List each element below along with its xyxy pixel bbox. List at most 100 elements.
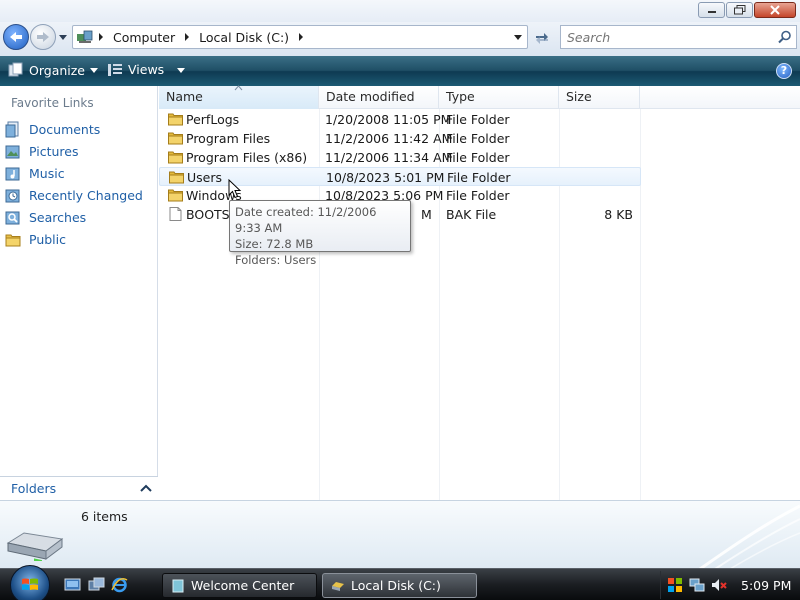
volume-muted-icon[interactable] [711,577,727,593]
explorer-window: Computer Local Disk (C:) Organize Views … [0,0,800,600]
file-list-pane: Name Date modified Type Size PerfLogs 1/… [159,85,800,500]
file-type: File Folder [446,188,510,203]
favorite-link-public[interactable]: Public [5,228,143,250]
minimize-icon [707,11,716,13]
column-header-type[interactable]: Type [439,86,559,109]
column-header-name[interactable]: Name [159,85,319,109]
breadcrumb-local-disk[interactable]: Local Disk (C:) [194,30,294,45]
music-icon [5,167,20,180]
organize-button[interactable]: Organize [8,62,98,78]
navigation-pane: Favorite Links Documents Pictures Music … [0,86,158,500]
show-desktop-icon[interactable] [64,577,81,593]
searches-icon [5,211,20,224]
file-date: 11/2/2006 11:34 AM [325,150,453,165]
file-icon [169,207,182,221]
breadcrumb-separator-icon[interactable] [294,30,308,44]
help-button[interactable]: ? [776,63,792,79]
recently-changed-icon [5,189,20,202]
file-type: File Folder [446,131,510,146]
file-size: 8 KB [604,207,633,222]
taskbar-local-disk[interactable]: Local Disk (C:) [322,573,477,598]
file-row-program-files-x86[interactable]: Program Files (x86) 11/2/2006 11:34 AM F… [159,148,641,167]
welcome-center-icon [172,579,184,592]
taskbar-item-label: Local Disk (C:) [351,578,441,593]
minimize-button[interactable] [698,2,725,18]
favorite-links-header: Favorite Links [11,96,94,110]
chevron-down-icon [177,67,186,73]
views-button[interactable]: Views [107,62,186,77]
file-type: BAK File [446,207,497,222]
breadcrumb-separator-icon[interactable] [180,30,194,44]
file-type: File Folder [447,170,511,185]
clock[interactable]: 5:09 PM [741,578,791,593]
details-pane: 6 items [0,500,800,568]
back-button[interactable] [3,24,29,50]
forward-button[interactable] [30,24,56,50]
internet-explorer-icon[interactable] [111,577,128,593]
sort-ascending-icon [234,85,243,91]
file-date: 11/2/2006 11:42 AM [325,131,453,146]
refresh-button[interactable] [531,28,553,48]
organize-label: Organize [29,62,85,78]
public-folder-icon [5,234,21,246]
favorite-links-list: Documents Pictures Music Recently Change… [5,118,143,250]
favorite-link-documents[interactable]: Documents [5,118,143,140]
switch-windows-icon[interactable] [88,577,105,593]
file-type: File Folder [446,150,510,165]
folders-toggle[interactable]: Folders [0,476,158,500]
tooltip-folders: Folders: Users [235,253,317,267]
favorite-link-label: Recently Changed [29,187,143,203]
column-header-name-label: Name [166,89,203,104]
breadcrumb-computer[interactable]: Computer [108,30,180,45]
favorite-link-label: Public [29,231,66,247]
windows-update-icon[interactable] [667,577,683,593]
favorite-link-music[interactable]: Music [5,162,143,184]
forward-arrow-icon [37,32,49,42]
file-name: PerfLogs [186,112,240,127]
search-box[interactable] [560,25,797,49]
maximize-button[interactable] [726,2,753,18]
file-row-perflogs[interactable]: PerfLogs 1/20/2008 11:05 PM File Folder [159,110,641,129]
address-history-dropdown-icon[interactable] [511,30,525,44]
address-bar[interactable]: Computer Local Disk (C:) [72,25,528,49]
views-icon [108,63,122,76]
favorite-link-pictures[interactable]: Pictures [5,140,143,162]
favorite-link-searches[interactable]: Searches [5,206,143,228]
title-bar [0,0,800,22]
breadcrumb-separator-icon[interactable] [94,30,108,44]
explorer-drive-icon [332,581,344,591]
hard-drive-icon [6,532,64,561]
taskbar-item-label: Welcome Center [191,578,295,593]
search-input[interactable] [567,29,772,45]
favorite-link-recently-changed[interactable]: Recently Changed [5,184,143,206]
file-row-program-files[interactable]: Program Files 11/2/2006 11:42 AM File Fo… [159,129,641,148]
documents-icon [5,121,19,137]
file-name: Program Files [186,131,271,146]
favorite-link-label: Documents [29,121,101,137]
refresh-icon [536,33,548,44]
file-date: 10/8/2023 5:01 PM [326,170,445,185]
favorite-link-label: Pictures [29,143,79,159]
folders-label: Folders [11,481,57,496]
favorite-link-label: Music [29,165,65,181]
taskbar-welcome-center[interactable]: Welcome Center [162,573,317,598]
recent-pages-dropdown[interactable] [58,32,68,42]
close-button[interactable] [754,2,796,18]
start-button[interactable] [10,565,50,600]
mouse-cursor-icon [228,179,242,199]
network-icon[interactable] [689,577,705,593]
file-name: Users [187,170,223,185]
file-date: M [421,207,432,222]
favorite-link-label: Searches [29,209,87,225]
column-header-row: Name Date modified Type Size [159,85,800,109]
pictures-icon [5,145,20,158]
restore-icon [733,5,745,15]
organize-icon [8,62,23,77]
search-icon[interactable] [778,30,792,44]
column-header-size[interactable]: Size [559,86,640,109]
folder-icon [168,151,183,164]
column-header-date[interactable]: Date modified [319,86,439,109]
taskbar: Welcome Center Local Disk (C:) 5:09 PM [0,565,800,600]
chevron-down-icon [90,68,98,73]
views-label: Views [128,62,165,77]
